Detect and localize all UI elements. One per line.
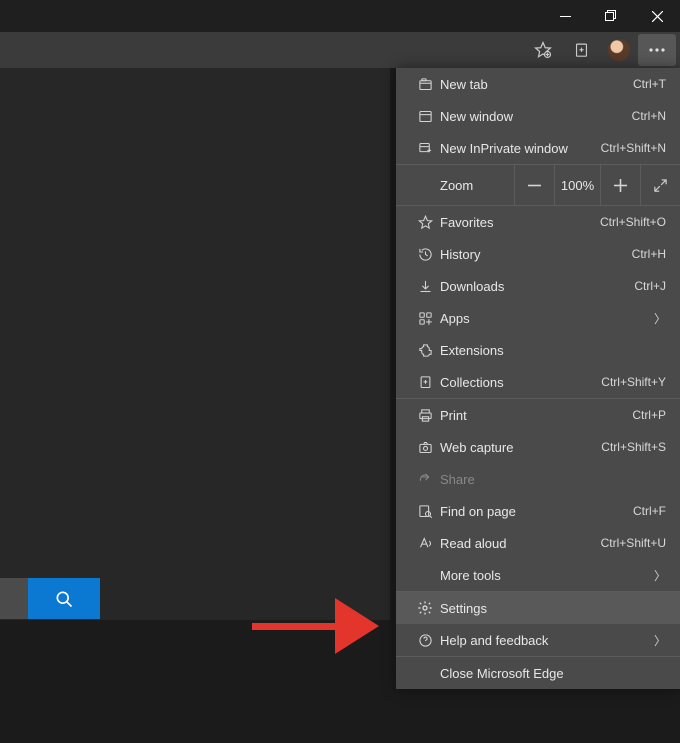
menu-item-label: Settings (440, 601, 666, 616)
chevron-right-icon: 〉 (654, 310, 666, 327)
share-icon (410, 472, 440, 487)
new-window-icon (410, 109, 440, 124)
menu-zoom: Zoom 100% (396, 165, 680, 205)
extensions-icon (410, 343, 440, 358)
more-menu-button[interactable] (638, 34, 676, 66)
menu-item-label: Close Microsoft Edge (440, 666, 666, 681)
history-icon (410, 247, 440, 262)
print-icon (410, 408, 440, 423)
apps-icon (410, 311, 440, 326)
fullscreen-button[interactable] (640, 165, 680, 205)
collections-icon[interactable] (562, 34, 600, 66)
menu-item-label: Downloads (440, 279, 634, 294)
menu-more-tools[interactable]: More tools 〉 (396, 559, 680, 591)
menu-item-label: Print (440, 408, 632, 423)
favorites-star-icon[interactable] (524, 34, 562, 66)
read-aloud-icon (410, 536, 440, 551)
help-icon (410, 633, 440, 648)
zoom-out-button[interactable] (514, 165, 554, 205)
maximize-button[interactable] (588, 0, 634, 32)
menu-settings[interactable]: Settings (396, 592, 680, 624)
menu-item-shortcut: Ctrl+P (632, 408, 666, 422)
downloads-icon (410, 279, 440, 294)
menu-web-capture[interactable]: Web capture Ctrl+Shift+S (396, 431, 680, 463)
collections-icon (410, 375, 440, 390)
menu-history[interactable]: History Ctrl+H (396, 238, 680, 270)
search-pill (0, 578, 100, 619)
page-content (0, 68, 390, 620)
settings-menu: New tab Ctrl+T New window Ctrl+N New InP… (396, 68, 680, 689)
menu-print[interactable]: Print Ctrl+P (396, 399, 680, 431)
search-button[interactable] (28, 578, 100, 619)
inprivate-icon (410, 141, 440, 156)
menu-read-aloud[interactable]: Read aloud Ctrl+Shift+U (396, 527, 680, 559)
favorites-icon (410, 215, 440, 230)
zoom-label: Zoom (396, 178, 501, 193)
menu-item-label: More tools (440, 568, 654, 583)
menu-item-label: Collections (440, 375, 601, 390)
titlebar (0, 0, 680, 32)
menu-item-label: New tab (440, 77, 633, 92)
menu-apps[interactable]: Apps 〉 (396, 302, 680, 334)
zoom-in-button[interactable] (600, 165, 640, 205)
menu-item-label: New window (440, 109, 632, 124)
menu-share: Share (396, 463, 680, 495)
menu-downloads[interactable]: Downloads Ctrl+J (396, 270, 680, 302)
menu-item-shortcut: Ctrl+J (634, 279, 666, 293)
menu-item-shortcut: Ctrl+Shift+N (601, 141, 666, 155)
menu-item-label: Find on page (440, 504, 633, 519)
menu-item-label: History (440, 247, 632, 262)
close-button[interactable] (634, 0, 680, 32)
menu-item-shortcut: Ctrl+N (632, 109, 666, 123)
zoom-value: 100% (554, 165, 600, 205)
web-capture-icon (410, 440, 440, 455)
menu-item-shortcut: Ctrl+H (632, 247, 666, 261)
menu-item-label: Apps (440, 311, 654, 326)
menu-new-window[interactable]: New window Ctrl+N (396, 100, 680, 132)
menu-item-label: Read aloud (440, 536, 601, 551)
menu-item-label: Help and feedback (440, 633, 654, 648)
menu-item-shortcut: Ctrl+F (633, 504, 666, 518)
menu-item-shortcut: Ctrl+Shift+U (601, 536, 666, 550)
menu-item-label: Share (440, 472, 666, 487)
chevron-right-icon: 〉 (654, 567, 666, 584)
menu-item-label: Favorites (440, 215, 600, 230)
chevron-right-icon: 〉 (654, 632, 666, 649)
menu-item-label: Web capture (440, 440, 601, 455)
minimize-button[interactable] (542, 0, 588, 32)
menu-help[interactable]: Help and feedback 〉 (396, 624, 680, 656)
menu-favorites[interactable]: Favorites Ctrl+Shift+O (396, 206, 680, 238)
toolbar (0, 32, 680, 68)
menu-find[interactable]: Find on page Ctrl+F (396, 495, 680, 527)
menu-inprivate[interactable]: New InPrivate window Ctrl+Shift+N (396, 132, 680, 164)
menu-collections[interactable]: Collections Ctrl+Shift+Y (396, 366, 680, 398)
menu-item-label: Extensions (440, 343, 666, 358)
menu-extensions[interactable]: Extensions (396, 334, 680, 366)
find-icon (410, 504, 440, 519)
profile-avatar[interactable] (600, 34, 638, 66)
menu-new-tab[interactable]: New tab Ctrl+T (396, 68, 680, 100)
menu-close-edge[interactable]: Close Microsoft Edge (396, 657, 680, 689)
menu-item-shortcut: Ctrl+Shift+O (600, 215, 666, 229)
new-tab-icon (410, 77, 440, 92)
menu-item-shortcut: Ctrl+Shift+Y (601, 375, 666, 389)
menu-item-shortcut: Ctrl+T (633, 77, 666, 91)
menu-item-label: New InPrivate window (440, 141, 601, 156)
menu-item-shortcut: Ctrl+Shift+S (601, 440, 666, 454)
settings-icon (410, 600, 440, 616)
